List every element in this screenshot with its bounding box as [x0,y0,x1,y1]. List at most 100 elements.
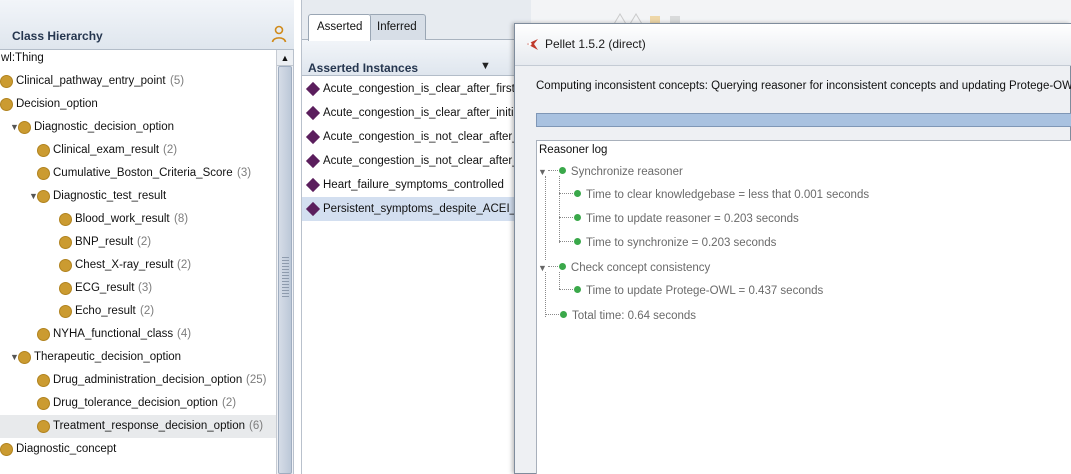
tree-row-label: Decision_option [16,98,98,110]
class-hierarchy-title: Class Hierarchy [12,29,103,43]
tree-row-count: (3) [138,282,153,294]
log-text: Time to update reasoner = 0.203 seconds [586,213,799,225]
tree-row[interactable]: BNP_result (2) [0,231,276,254]
log-node-total: Total time: 0.64 seconds [545,305,696,327]
class-icon [59,259,72,272]
tree-row-label: Chest_X-ray_result [75,259,174,271]
tree-row-label: Clinical_exam_result [53,144,160,156]
instance-row[interactable]: Acute_congestion_is_clear_after_first_ [302,77,532,101]
log-text: Synchronize reasoner [570,166,683,178]
instance-icon [305,177,321,193]
tree-row[interactable]: ▼ Diagnostic_decision_option [0,116,276,139]
tab-asserted[interactable]: Asserted [308,14,372,41]
tree-row[interactable]: Clinical_pathway_entry_point (5) [0,70,276,93]
dialog-titlebar[interactable]: Pellet 1.5.2 (direct) [515,24,1071,66]
instance-icon [305,153,321,169]
tree-row[interactable]: NYHA_functional_class (4) [0,323,276,346]
log-node-check[interactable]: ▼ Check concept consistency [538,257,710,279]
grip-icon [282,257,289,297]
tree-row[interactable]: Blood_work_result (8) [0,208,276,231]
pellet-dialog: Pellet 1.5.2 (direct) Computing inconsis… [514,23,1071,474]
tree-row[interactable]: Decision_option [0,93,276,116]
tree-row-label: Diagnostic_decision_option [34,121,175,133]
class-icon [37,144,50,157]
tree-row[interactable]: Drug_administration_decision_option (25) [0,369,276,392]
tree-row[interactable]: Drug_tolerance_decision_option (2) [0,392,276,415]
class-icon [0,443,13,456]
dropdown-arrow-icon[interactable]: ▼ [480,60,491,72]
log-node-icon [574,214,581,221]
expand-triangle-icon[interactable]: ▼ [538,263,547,273]
log-text: Total time: 0.64 seconds [572,310,697,322]
tree-row-label: Clinical_pathway_entry_point [16,75,166,87]
tree-row-label: Diagnostic_test_result [53,190,167,202]
dialog-title: Pellet 1.5.2 (direct) [545,37,646,51]
log-node-sync[interactable]: ▼ Synchronize reasoner [538,161,683,183]
instances-title: Asserted Instances [308,61,419,75]
tree-row-label: Blood_work_result [75,213,170,225]
log-node-sync-2: Time to update reasoner = 0.203 seconds [559,208,799,230]
class-hierarchy-panel: Class Hierarchy wl:Thing Clinical_pathway… [0,0,294,474]
tree-row[interactable]: Clinical_exam_result (2) [0,139,276,162]
instance-label: Acute_congestion_is_clear_after_first_ [323,83,522,95]
scroll-up-arrow-icon[interactable]: ▲ [277,50,293,66]
instance-label: Heart_failure_symptoms_controlled [323,179,504,191]
instance-icon [305,129,321,145]
scroll-thumb[interactable] [278,66,292,474]
pellet-icon [527,39,538,50]
tree-row-count: (25) [246,374,267,386]
instance-icon [305,201,321,217]
class-icon [37,420,50,433]
class-hierarchy-header: Class Hierarchy [0,0,294,50]
tree-row-label: Echo_result [75,305,136,317]
dialog-status-text: Computing inconsistent concepts: Queryin… [536,80,1071,92]
tree-row-label: Treatment_response_decision_option [53,420,246,432]
instances-header: Asserted Instances ▼ [302,40,532,76]
class-icon [59,305,72,318]
tree-connector [545,176,546,260]
class-tree: wl:Thing Clinical_pathway_entry_point (5) D… [0,50,276,474]
tree-row[interactable]: ▼ Therapeutic_decision_option [0,346,276,369]
instance-row[interactable]: Heart_failure_symptoms_controlled [302,173,532,197]
class-icon [18,121,31,134]
tree-row[interactable]: ▼ Diagnostic_test_result [0,185,276,208]
log-node-icon [574,286,581,293]
tree-row[interactable]: ECG_result (3) [0,277,276,300]
tree-row-count: (2) [222,397,237,409]
class-icon [37,374,50,387]
log-text: Time to synchronize = 0.203 seconds [586,237,777,249]
tree-row[interactable]: Diagnostic_concept [0,438,276,461]
tree-row-label: Diagnostic_concept [16,443,117,455]
tree-row[interactable]: Treatment_response_decision_option (6) [0,415,276,438]
tree-row-count: (3) [237,167,252,179]
tree-row[interactable]: Echo_result (2) [0,300,276,323]
log-node-icon [574,238,581,245]
class-icon [37,397,50,410]
tab-inferred[interactable]: Inferred [368,14,426,41]
tree-row-count: (2) [140,305,155,317]
instance-row[interactable]: Persistent_symptoms_despite_ACEI_or [302,197,532,221]
tree-row-label: Therapeutic_decision_option [34,351,182,363]
tree-row-count: (4) [177,328,192,340]
progress-bar [536,113,1071,127]
log-node-sync-3: Time to synchronize = 0.203 seconds [559,232,776,254]
log-node-sync-1: Time to clear knowledgebase = less that … [559,184,869,206]
log-text: Check concept consistency [570,262,711,274]
tree-row-label: BNP_result [75,236,134,248]
instance-row[interactable]: Acute_congestion_is_not_clear_after_ [302,125,532,149]
tree-row[interactable]: Cumulative_Boston_Criteria_Score (3) [0,162,276,185]
instance-label: Acute_congestion_is_not_clear_after_ [323,131,519,143]
instance-row[interactable]: Acute_congestion_is_not_clear_after_ [302,149,532,173]
class-tree-scrollbar[interactable]: ▲ [276,50,293,474]
expand-triangle-icon[interactable]: ▼ [538,167,547,177]
reasoner-log-panel: Reasoner log ▼ Synchronize reasoner Time … [536,140,1071,474]
person-icon[interactable] [271,25,287,43]
tree-row-label: Drug_administration_decision_option [53,374,243,386]
tree-row-count: (2) [163,144,178,156]
log-node-icon [558,263,566,270]
instance-label: Acute_congestion_is_clear_after_initia [323,107,520,119]
tree-row[interactable]: wl:Thing [0,50,276,70]
tree-row-count: (8) [174,213,189,225]
tree-row[interactable]: Chest_X-ray_result (2) [0,254,276,277]
instance-row[interactable]: Acute_congestion_is_clear_after_initia [302,101,532,125]
